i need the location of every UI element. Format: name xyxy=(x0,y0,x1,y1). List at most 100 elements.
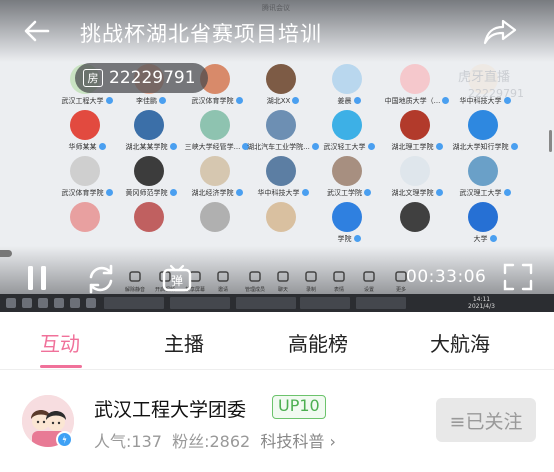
meeting-tool-icon: 表情 xyxy=(330,268,348,293)
taskbar-app-icon xyxy=(70,298,80,308)
room-tag: 房 xyxy=(83,69,103,87)
watermark-brand: 虎牙直播 xyxy=(458,70,511,85)
participant-name: 湖北XX xyxy=(246,96,320,106)
participant-avatar xyxy=(468,156,498,186)
tool-glyph-icon xyxy=(305,271,317,282)
meeting-tool-label: 设置 xyxy=(363,287,374,293)
participant-tile: 湖北某某学院 xyxy=(114,110,184,160)
danmaku-toggle-icon[interactable]: 弹 xyxy=(160,262,194,296)
participant-name: 华师某某 xyxy=(50,142,124,152)
meeting-tool-icon: 管理成员 xyxy=(245,268,265,293)
streaming-watermark: 虎牙直播 22229791 xyxy=(458,66,524,100)
participant-name: 华中科技大学 xyxy=(246,188,320,198)
participant-avatar xyxy=(134,110,164,140)
meeting-tool-icon: 聊天 xyxy=(274,268,292,293)
tab-bar: 互动 主播 高能榜 大航海 xyxy=(0,312,554,370)
tool-glyph-icon xyxy=(129,271,141,282)
watermark-room: 22229791 xyxy=(468,87,524,100)
share-icon[interactable] xyxy=(482,17,518,47)
participant-tile xyxy=(380,202,450,252)
participant-avatar xyxy=(134,156,164,186)
category-link[interactable]: 科技科普 › xyxy=(260,432,336,451)
taskbar-window-button xyxy=(300,297,350,309)
participant-name: 武汉体育学院 xyxy=(50,188,124,198)
participant-tile: 湖北汽车工业学院... xyxy=(246,110,316,160)
participant-tile: 华师某某 xyxy=(50,110,120,160)
participant-name: 武汉体育学院 xyxy=(180,96,254,106)
participant-avatar xyxy=(266,202,296,232)
participant-name: 湖北理工学院 xyxy=(380,142,454,152)
taskbar-app-icon xyxy=(22,298,32,308)
meeting-tool-label: 管理成员 xyxy=(244,287,265,293)
streamer-stats: 人气:137 粉丝:2862 科技科普 › xyxy=(94,428,336,452)
meeting-tool-label: 解除静音 xyxy=(124,287,145,293)
participant-avatar xyxy=(70,110,100,140)
taskbar-app-icon xyxy=(54,298,64,308)
participant-tile: 大学 xyxy=(448,202,518,252)
pause-icon[interactable] xyxy=(24,263,50,293)
back-arrow-icon[interactable] xyxy=(22,16,52,46)
meeting-tool-label: 邀请 xyxy=(217,287,228,293)
participant-tile xyxy=(50,202,120,252)
participant-avatar xyxy=(332,64,362,94)
video-player[interactable]: 腾讯会议 武汉工程大学李佳鹏武汉体育学院湖北XX姜晨中国地质大学（...华中科技… xyxy=(0,0,554,312)
participant-name: 学院 xyxy=(312,234,386,244)
tool-glyph-icon xyxy=(333,271,345,282)
followed-button[interactable]: ≡已关注 xyxy=(436,398,536,442)
tab-1[interactable]: 主播 xyxy=(164,328,204,357)
tab-3[interactable]: 大航海 xyxy=(430,328,490,357)
svg-text:弹: 弹 xyxy=(171,274,183,288)
meeting-tool-label: 录制 xyxy=(305,287,316,293)
participant-tile: 湖北经济学院 xyxy=(180,156,250,206)
tab-0[interactable]: 互动 xyxy=(40,328,80,357)
taskbar-app-icon xyxy=(86,298,96,308)
participant-name: 李佳鹏 xyxy=(114,96,188,106)
fullscreen-icon[interactable] xyxy=(502,262,534,292)
room-number: 22229791 xyxy=(109,68,196,88)
taskbar-window-button xyxy=(356,297,406,309)
participant-avatar xyxy=(70,202,100,232)
participant-tile: 姜晨 xyxy=(312,64,382,114)
participant-tile: 武汉工学院 xyxy=(312,156,382,206)
fans-count: 粉丝:2862 xyxy=(172,432,251,451)
participant-name: 湖北文理学院 xyxy=(380,188,454,198)
participant-tile: 湖北文理学院 xyxy=(380,156,450,206)
streamer-name[interactable]: 武汉工程大学团委 xyxy=(94,395,246,422)
participant-tile xyxy=(180,202,250,252)
desktop-taskbar: 14:11 2021/4/3 xyxy=(0,294,554,312)
meeting-tool-label: 聊天 xyxy=(277,287,288,293)
participant-name: 姜晨 xyxy=(312,96,386,106)
chevron-right-icon: › xyxy=(329,432,336,451)
verified-badge-icon xyxy=(56,431,73,448)
meeting-tool-icon: 邀请 xyxy=(214,268,232,293)
participant-tile: 武汉理工大学 xyxy=(448,156,518,206)
participant-tile xyxy=(114,202,184,252)
participant-name: 湖北汽车工业学院... xyxy=(246,142,320,152)
participant-tile: 湖北大学知行学院 xyxy=(448,110,518,160)
participant-avatar xyxy=(400,110,430,140)
streamer-card: 武汉工程大学团委 UP10 人气:137 粉丝:2862 科技科普 › ≡已关注 xyxy=(0,371,554,472)
participant-avatar xyxy=(400,202,430,232)
participant-tile: 黄冈师范学院 xyxy=(114,156,184,206)
participant-avatar xyxy=(266,156,296,186)
refresh-icon[interactable] xyxy=(84,262,118,296)
participant-name: 武汉工程大学 xyxy=(50,96,124,106)
participant-tile xyxy=(246,202,316,252)
participant-tile: 湖北理工学院 xyxy=(380,110,450,160)
video-title: 挑战杯湖北省赛项目培训 xyxy=(80,22,322,46)
participant-tile: 武汉体育学院 xyxy=(50,156,120,206)
meeting-tool-label: 表情 xyxy=(333,287,344,293)
live-room-app: 腾讯会议 武汉工程大学李佳鹏武汉体育学院湖北XX姜晨中国地质大学（...华中科技… xyxy=(0,0,554,472)
participant-name: 中国地质大学（... xyxy=(380,96,454,106)
participant-name: 武汉轻工大学 xyxy=(312,142,386,152)
taskbar-app-icon xyxy=(38,298,48,308)
tab-2[interactable]: 高能榜 xyxy=(288,328,348,357)
edge-handle[interactable] xyxy=(0,250,12,257)
participant-avatar xyxy=(200,156,230,186)
room-number-chip: 房 22229791 xyxy=(75,63,208,93)
meeting-scrollbar[interactable] xyxy=(549,130,552,152)
participant-avatar xyxy=(332,156,362,186)
participant-avatar xyxy=(468,110,498,140)
participant-tile: 华中科技大学 xyxy=(246,156,316,206)
participant-name: 武汉理工大学 xyxy=(448,188,522,198)
